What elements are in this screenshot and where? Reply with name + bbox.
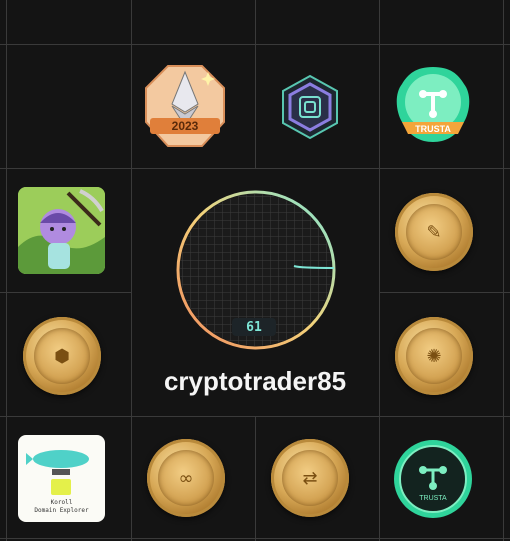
gold-coin-badge[interactable]: ✎ [394, 192, 474, 272]
year-label: 2023 [172, 119, 199, 133]
octopus-coin-badge[interactable]: ✺ [394, 316, 474, 396]
gold-coin-icon: ⇄ [271, 439, 349, 517]
grid-line [0, 292, 131, 293]
trusta-coin-label: TRUSTA [419, 495, 447, 502]
gold-coin-icon: ⬢ [23, 317, 101, 395]
gold-coin-badge[interactable]: ⇄ [270, 438, 350, 518]
grid-line [503, 0, 504, 541]
grid-line [0, 44, 510, 45]
grid-line [255, 0, 256, 168]
octopus-coin-icon: ✺ [395, 317, 473, 395]
grid-line [379, 0, 380, 541]
gold-coin-badge[interactable]: ⬢ [22, 316, 102, 396]
ethereum-year-badge-icon: 2023 [145, 65, 225, 147]
miner-character-icon [18, 187, 105, 274]
grid-line [0, 538, 510, 539]
grid-line [0, 416, 510, 417]
grid-line [131, 0, 132, 541]
trusta-coin-icon: TRUSTA [394, 440, 472, 518]
hexagon-spiral-icon [282, 74, 338, 140]
explorer-nft-card[interactable]: Koroll Domain Explorer [18, 435, 105, 522]
gold-coin-icon: ∞ [147, 439, 225, 517]
trusta-coin-badge[interactable]: TRUSTA [392, 438, 474, 520]
gold-coin-icon: ✎ [395, 193, 473, 271]
trusta-badge[interactable]: TRUSTA [392, 64, 474, 148]
grid-line [0, 168, 510, 169]
score-badge: 61 [232, 318, 276, 336]
gold-coin-badge[interactable]: ∞ [146, 438, 226, 518]
grid-line [6, 0, 7, 541]
airship-icon [26, 449, 89, 495]
hexagon-spiral-badge[interactable] [280, 74, 340, 140]
miner-nft-card[interactable] [18, 187, 105, 274]
year-2023-badge[interactable]: 2023 [140, 62, 230, 150]
trusta-label: TRUSTA [415, 124, 451, 134]
trusta-badge-icon: TRUSTA [396, 67, 470, 142]
username: cryptotrader85 [163, 366, 347, 396]
grid-line [379, 292, 510, 293]
explorer-label: Koroll Domain Explorer [34, 498, 89, 514]
grid-line [255, 416, 256, 541]
